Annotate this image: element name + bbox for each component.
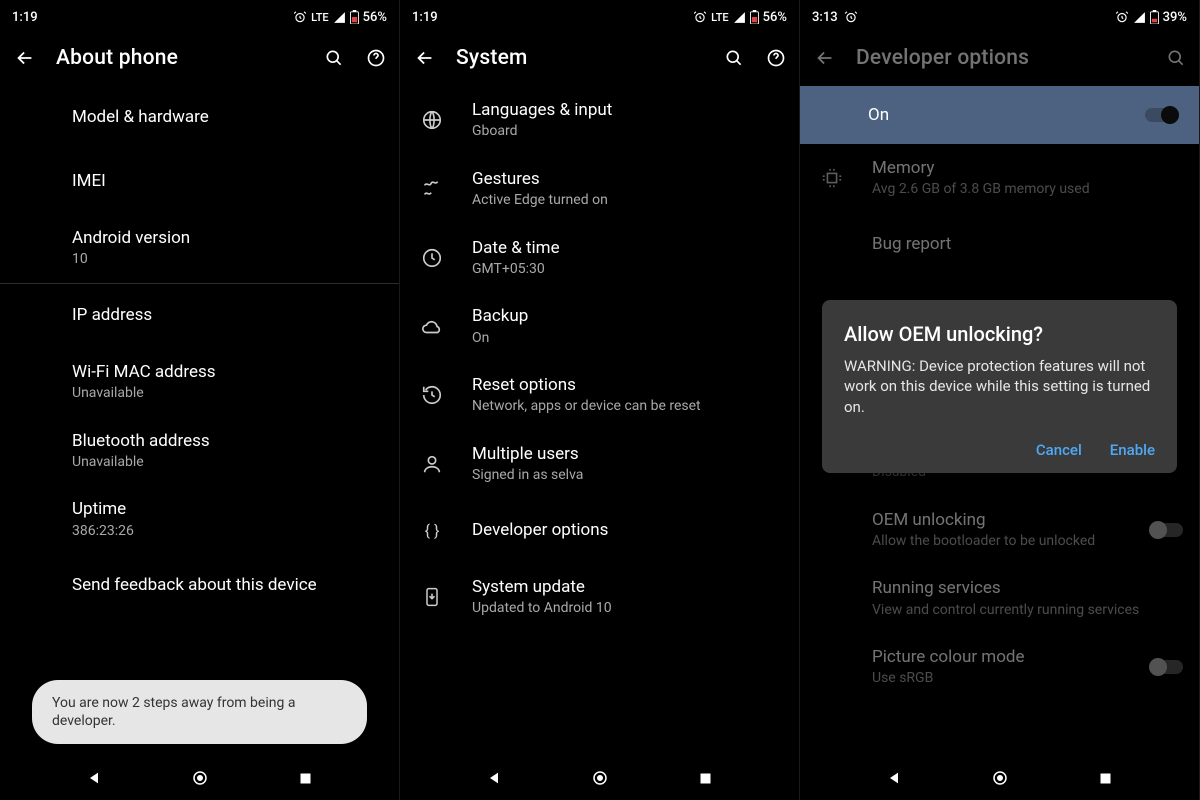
- nav-recents-icon[interactable]: [1093, 766, 1117, 790]
- status-left: 3:13: [812, 10, 858, 25]
- row-uptime[interactable]: Uptime386:23:26: [0, 485, 399, 554]
- row-imei[interactable]: IMEI: [0, 150, 399, 214]
- screen-developer-options: 3:13 39% Developer options On MemoryAvg …: [800, 0, 1200, 800]
- dialog-cancel-button[interactable]: Cancel: [1036, 441, 1082, 459]
- row-backup[interactable]: BackupOn: [400, 292, 799, 361]
- row-system-update[interactable]: System updateUpdated to Android 10: [400, 563, 799, 632]
- page-title: System: [456, 46, 705, 70]
- status-bar: 1:19 LTE 56%: [400, 0, 799, 30]
- row-gestures[interactable]: GesturesActive Edge turned on: [400, 155, 799, 224]
- status-batt: 39%: [1163, 10, 1187, 25]
- row-running-services[interactable]: Running servicesView and control current…: [800, 564, 1199, 633]
- nav-bar: [800, 756, 1199, 800]
- nav-home-icon[interactable]: [988, 766, 1012, 790]
- list-about: Model & hardware IMEI Android version10 …: [0, 86, 399, 662]
- chip-icon: [820, 166, 844, 190]
- help-icon[interactable]: [765, 47, 787, 69]
- status-time: 1:19: [412, 10, 438, 25]
- nav-bar: [0, 756, 399, 800]
- clock-icon: [420, 246, 444, 270]
- status-bar: 1:19 LTE 56%: [0, 0, 399, 30]
- row-picture-colour[interactable]: Picture colour modeUse sRGB: [800, 633, 1199, 702]
- search-icon[interactable]: [723, 47, 745, 69]
- row-bug-report[interactable]: Bug report: [800, 213, 1199, 277]
- page-title: About phone: [56, 46, 305, 70]
- status-right: LTE 56%: [693, 10, 787, 25]
- history-icon: [420, 383, 444, 407]
- row-model-hardware[interactable]: Model & hardware: [0, 86, 399, 150]
- dialog-enable-button[interactable]: Enable: [1110, 441, 1155, 459]
- row-developer-options[interactable]: { } Developer options: [400, 499, 799, 563]
- alarm-icon: [293, 10, 307, 24]
- appbar: System: [400, 30, 799, 86]
- dialog-oem-unlocking: Allow OEM unlocking? WARNING: Device pro…: [822, 300, 1177, 473]
- update-icon: [420, 585, 444, 609]
- page-title: Developer options: [856, 46, 1147, 70]
- row-wifi-mac[interactable]: Wi-Fi MAC addressUnavailable: [0, 348, 399, 417]
- status-time: 3:13: [812, 10, 838, 25]
- globe-icon: [420, 108, 444, 132]
- nav-bar: [400, 756, 799, 800]
- status-batt: 56%: [363, 10, 387, 25]
- battery-icon: [750, 10, 759, 24]
- dialog-title: Allow OEM unlocking?: [844, 322, 1155, 346]
- back-button[interactable]: [814, 46, 838, 70]
- status-net: LTE: [311, 11, 329, 24]
- switch-oem[interactable]: [1151, 523, 1183, 537]
- dialog-message: WARNING: Device protection features will…: [844, 356, 1155, 417]
- gesture-icon: [420, 177, 444, 201]
- row-languages[interactable]: Languages & inputGboard: [400, 86, 799, 155]
- nav-back-icon[interactable]: [82, 766, 106, 790]
- row-reset-options[interactable]: Reset optionsNetwork, apps or device can…: [400, 361, 799, 430]
- person-icon: [420, 452, 444, 476]
- nav-recents-icon[interactable]: [693, 766, 717, 790]
- status-bar: 3:13 39%: [800, 0, 1199, 30]
- status-batt: 56%: [763, 10, 787, 25]
- nav-home-icon[interactable]: [188, 766, 212, 790]
- status-net: LTE: [711, 11, 729, 24]
- switch-on[interactable]: [1145, 108, 1177, 122]
- row-memory[interactable]: MemoryAvg 2.6 GB of 3.8 GB memory used: [800, 144, 1199, 213]
- toast: You are now 2 steps away from being a de…: [32, 680, 367, 744]
- status-right: LTE 56%: [293, 10, 387, 25]
- alarm-icon: [844, 10, 858, 24]
- list-system: Languages & inputGboard GesturesActive E…: [400, 86, 799, 675]
- status-time: 1:19: [12, 10, 38, 25]
- appbar: Developer options: [800, 30, 1199, 86]
- signal-icon: [333, 11, 346, 24]
- alarm-icon: [1115, 10, 1129, 24]
- nav-back-icon[interactable]: [882, 766, 906, 790]
- nav-home-icon[interactable]: [588, 766, 612, 790]
- search-icon[interactable]: [1165, 47, 1187, 69]
- cloud-icon: [420, 315, 444, 339]
- switch-colour[interactable]: [1151, 660, 1183, 674]
- back-button[interactable]: [14, 46, 38, 70]
- master-switch-label: On: [822, 105, 1145, 125]
- signal-icon: [733, 11, 746, 24]
- master-switch[interactable]: On: [800, 86, 1199, 144]
- signal-icon: [1133, 11, 1146, 24]
- nav-recents-icon[interactable]: [293, 766, 317, 790]
- braces-icon: { }: [420, 519, 444, 543]
- row-multiple-users[interactable]: Multiple usersSigned in as selva: [400, 430, 799, 499]
- row-bluetooth-address[interactable]: Bluetooth addressUnavailable: [0, 417, 399, 486]
- battery-icon: [350, 10, 359, 24]
- row-send-feedback[interactable]: Send feedback about this device: [0, 554, 399, 618]
- appbar: About phone: [0, 30, 399, 86]
- row-android-version[interactable]: Android version10: [0, 214, 399, 283]
- row-ip-address[interactable]: IP address: [0, 284, 399, 348]
- help-icon[interactable]: [365, 47, 387, 69]
- alarm-icon: [693, 10, 707, 24]
- back-button[interactable]: [414, 46, 438, 70]
- screen-system: 1:19 LTE 56% System Languages & inputGbo…: [400, 0, 800, 800]
- nav-back-icon[interactable]: [482, 766, 506, 790]
- screen-about-phone: 1:19 LTE 56% About phone Model & hardwar…: [0, 0, 400, 800]
- row-oem-unlocking[interactable]: OEM unlockingAllow the bootloader to be …: [800, 496, 1199, 565]
- status-right: 39%: [1115, 10, 1187, 25]
- row-date-time[interactable]: Date & timeGMT+05:30: [400, 224, 799, 293]
- battery-icon: [1150, 10, 1159, 24]
- search-icon[interactable]: [323, 47, 345, 69]
